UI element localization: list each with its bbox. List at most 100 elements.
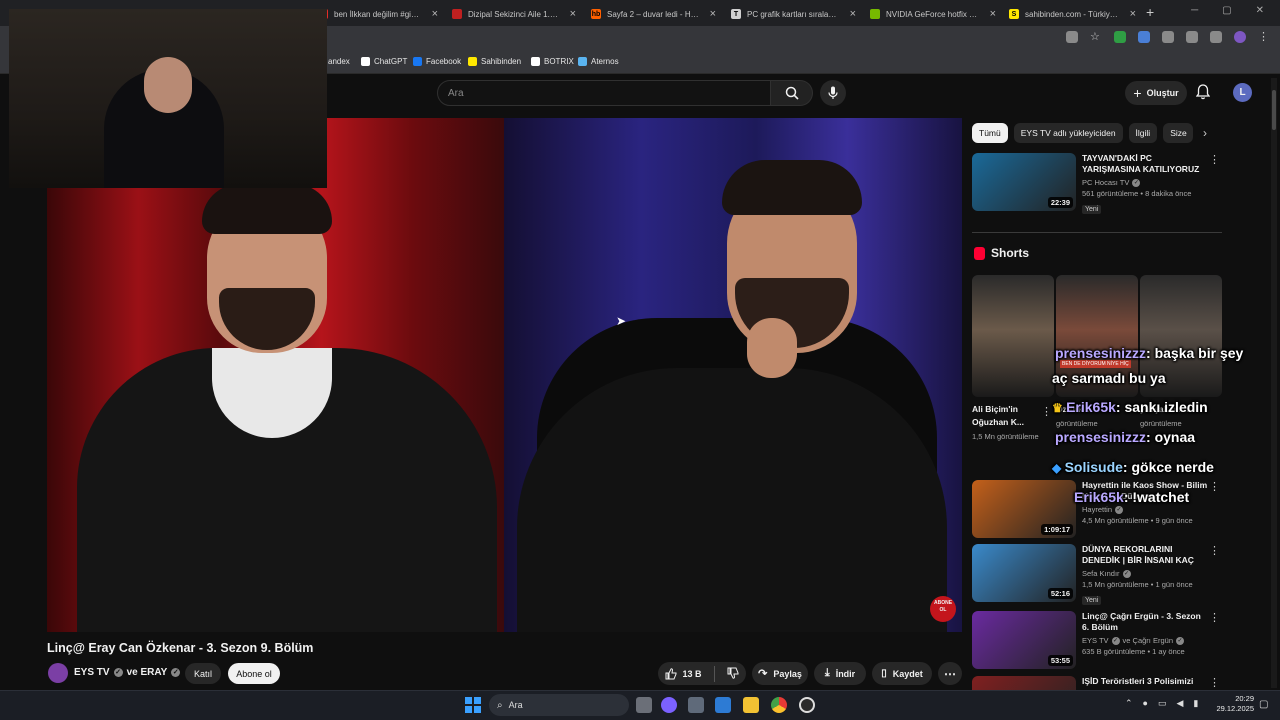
related-channel[interactable]: PC Hocası TV ✓ — [1082, 178, 1210, 187]
settings-app-icon[interactable] — [688, 697, 704, 713]
bookmark-item[interactable]: BOTRIX — [531, 57, 574, 66]
voice-search-button[interactable] — [820, 80, 846, 106]
volume-icon[interactable]: ◀ — [1177, 698, 1184, 709]
channel-names[interactable]: EYS TV ✓ ve ERAY ✓ — [74, 667, 181, 678]
bookmark-item[interactable]: ChatGPT — [361, 57, 407, 66]
download-button[interactable]: ⤓ İndir — [814, 662, 866, 685]
like-button[interactable]: 13 B — [665, 667, 702, 680]
new-tab-button[interactable]: + — [1146, 4, 1154, 20]
browser-menu-icon[interactable]: ⋮ — [1258, 31, 1270, 43]
clock-time: 20:29 — [1235, 694, 1254, 703]
join-button[interactable]: Katıl — [185, 663, 221, 684]
subscribe-overlay-badge[interactable]: ABONE OL — [930, 596, 956, 622]
account-avatar[interactable]: L — [1233, 83, 1252, 102]
video-thumbnail[interactable]: 53:55 — [972, 611, 1076, 669]
save-button[interactable]: ▯ Kaydet — [872, 662, 932, 685]
close-window-icon[interactable]: ✕ — [1256, 5, 1264, 16]
notification-center-icon[interactable]: ▢ — [1259, 699, 1268, 710]
close-tab-icon[interactable]: × — [710, 8, 716, 20]
install-icon[interactable] — [1066, 31, 1078, 43]
task-view-icon[interactable] — [636, 697, 652, 713]
more-options-icon[interactable]: ⋮ — [1041, 405, 1052, 418]
related-channel[interactable]: EYS TV ✓ ve Çağrı Ergün ✓ — [1082, 636, 1210, 645]
chrome-icon[interactable] — [771, 697, 787, 713]
channel-name[interactable]: EYS TV — [74, 667, 110, 678]
microphone-tray-icon[interactable]: ● — [1143, 698, 1148, 709]
subscribe-button[interactable]: Abone ol — [228, 663, 280, 684]
related-video-item[interactable]: IŞİD Teröristleri 3 Polisimizi ⋮ — [972, 676, 1222, 690]
search-button[interactable] — [771, 80, 813, 106]
chip-related[interactable]: İlgili — [1128, 123, 1158, 143]
close-tab-icon[interactable]: × — [1130, 8, 1136, 20]
chip-uploader[interactable]: EYS TV adlı yükleyiciden — [1013, 123, 1123, 143]
channel-avatar[interactable] — [48, 663, 68, 683]
video-thumbnail[interactable]: 1:09:17 — [972, 480, 1076, 538]
related-video-title[interactable]: DÜNYA REKORLARINI DENEDİK | BİR İNSANI K… — [1082, 544, 1210, 566]
video-thumbnail[interactable] — [972, 676, 1076, 690]
chevron-right-icon[interactable]: › — [1203, 126, 1207, 140]
minimize-icon[interactable]: ─ — [1191, 5, 1198, 16]
windows-start-icon[interactable] — [465, 697, 481, 713]
bookmark-item[interactable]: Facebook — [413, 57, 461, 66]
chip-all[interactable]: Tümü — [972, 123, 1008, 143]
short-thumbnail[interactable] — [972, 275, 1054, 397]
battery-icon[interactable]: ▮ — [1193, 698, 1198, 709]
browser-tab[interactable]: hb Sayfa 2 – duvar ledi - Hepsib × — [591, 4, 716, 24]
browser-tab[interactable]: ben İlkkan değilim #gibi #er × — [318, 4, 438, 24]
more-options-icon[interactable]: ⋮ — [1209, 480, 1220, 493]
more-options-icon[interactable]: ⋮ — [1209, 153, 1220, 166]
related-video-title[interactable]: IŞİD Teröristleri 3 Polisimizi — [1082, 676, 1210, 687]
tab-favicon-icon: T — [731, 9, 741, 19]
more-options-icon[interactable]: ⋮ — [1209, 676, 1220, 689]
tray-chevron-icon[interactable]: ⌃ — [1125, 698, 1133, 709]
browser-tab[interactable]: NVIDIA GeForce hotfix sürü × — [870, 4, 996, 24]
taskbar-clock[interactable]: 20:29 29.12.2025 — [1216, 694, 1254, 714]
chat-app-icon[interactable] — [661, 697, 677, 713]
close-tab-icon[interactable]: × — [990, 8, 996, 20]
related-video-item[interactable]: 52:16 DÜNYA REKORLARINI DENEDİK | BİR İNS… — [972, 544, 1222, 605]
related-video-title[interactable]: TAYVAN'DAKİ PC YARIŞMASINA KATILIYORUZ -… — [1082, 153, 1210, 175]
close-tab-icon[interactable]: × — [570, 8, 576, 20]
chip-for-you[interactable]: Size — [1163, 123, 1194, 143]
file-explorer-icon[interactable] — [743, 697, 759, 713]
obs-app-icon[interactable] — [799, 697, 815, 713]
page-scrollbar[interactable] — [1271, 78, 1277, 688]
share-button[interactable]: ↷ Paylaş — [752, 662, 808, 685]
more-options-icon[interactable]: ⋮ — [1209, 544, 1220, 557]
shield-extension-icon[interactable] — [1114, 31, 1126, 43]
dislike-button[interactable] — [727, 667, 739, 681]
bookmark-star-icon[interactable]: ☆ — [1090, 31, 1102, 43]
video-thumbnail[interactable]: 52:16 — [972, 544, 1076, 602]
network-icon[interactable]: ▭ — [1158, 698, 1167, 709]
store-app-icon[interactable] — [715, 697, 731, 713]
video-thumbnail[interactable]: 22:39 — [972, 153, 1076, 211]
close-tab-icon[interactable]: × — [432, 8, 438, 20]
notifications-button[interactable] — [1195, 84, 1211, 105]
create-button[interactable]: + Oluştur — [1125, 81, 1187, 105]
profile-icon[interactable] — [1234, 31, 1246, 43]
video-player[interactable] — [47, 118, 962, 632]
related-video-title[interactable]: Linç@ Çağrı Ergün - 3. Sezon 6. Bölüm — [1082, 611, 1210, 633]
bookmark-item[interactable]: Sahibinden — [468, 57, 521, 66]
extension-icon[interactable] — [1162, 31, 1174, 43]
browser-tab[interactable]: Dizipal Sekizinci Aile 1.Sezon × — [452, 4, 576, 24]
more-options-icon[interactable]: ⋮ — [1209, 611, 1220, 624]
related-channel[interactable]: Hayrettin ✓ — [1082, 505, 1210, 514]
translate-extension-icon[interactable] — [1138, 31, 1150, 43]
bookmark-item[interactable]: Aternos — [578, 57, 619, 66]
related-video-item[interactable]: 22:39 TAYVAN'DAKİ PC YARIŞMASINA KATILIYO… — [972, 153, 1222, 214]
more-actions-button[interactable]: ⋯ — [938, 662, 962, 685]
collab-name[interactable]: ve ERAY — [127, 667, 168, 678]
puzzle-icon[interactable] — [1186, 31, 1198, 43]
related-channel[interactable]: Sefa Kındır ✓ — [1082, 569, 1210, 578]
browser-tab[interactable]: T PC grafik kartları sıralaması × — [731, 4, 856, 24]
related-video-item[interactable]: 53:55 Linç@ Çağrı Ergün - 3. Sezon 6. Böl… — [972, 611, 1222, 671]
media-icon[interactable] — [1210, 31, 1222, 43]
close-tab-icon[interactable]: × — [850, 8, 856, 20]
taskbar-search[interactable]: ⌕ Ara — [489, 694, 629, 716]
search-input[interactable]: Ara — [437, 80, 771, 106]
bookmark-item[interactable]: andex — [328, 57, 350, 66]
scrollbar-thumb[interactable] — [1272, 90, 1276, 130]
maximize-icon[interactable]: ▢ — [1222, 5, 1231, 16]
browser-tab[interactable]: Ssahibinden.com - Türkiye'nin × — [1009, 4, 1136, 24]
